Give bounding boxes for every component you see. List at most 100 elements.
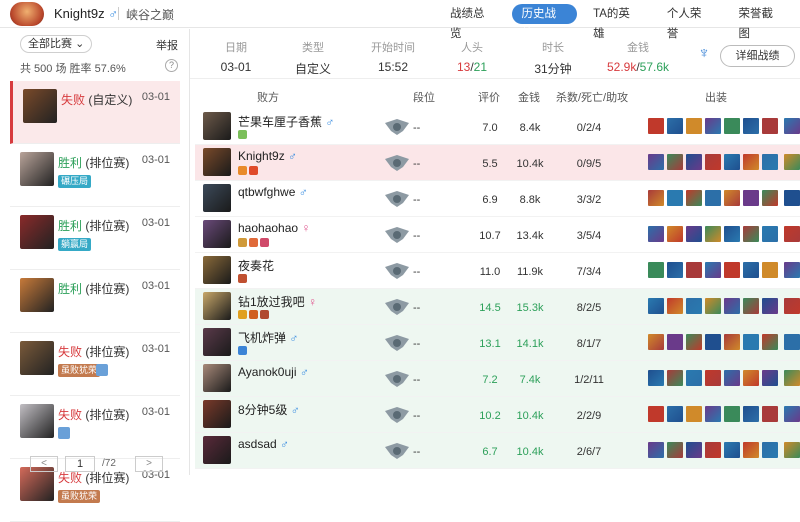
item-icon[interactable] [667,442,683,458]
item-icon[interactable] [762,442,778,458]
player-name[interactable]: 8分钟5级 ♂ [238,401,300,418]
item-icon[interactable] [784,118,800,134]
prev-page-button[interactable]: < [30,456,58,472]
item-icon[interactable] [724,406,740,422]
table-row[interactable]: asdsad ♂ -- 6.7 10.4k 2/6/7 [195,433,800,469]
player-avatar[interactable] [203,400,231,428]
item-icon[interactable] [648,190,664,206]
item-icon[interactable] [743,226,759,242]
table-row[interactable]: 钻1放过我吧 ♀ -- 14.5 15.3k 8/2/5 [195,289,800,325]
player-avatar[interactable] [203,436,231,464]
item-icon[interactable] [743,406,759,422]
item-icon[interactable] [686,190,702,206]
report-link[interactable]: 举报 [156,37,178,53]
item-icon[interactable] [762,298,778,314]
item-icon[interactable] [705,154,721,170]
item-icon[interactable] [705,442,721,458]
match-list-item[interactable]: 失败 (自定义) 03-01 [10,81,180,144]
item-icon[interactable] [762,226,778,242]
tab-0[interactable]: 战绩总览 [440,4,506,40]
item-icon[interactable] [705,190,721,206]
item-icon[interactable] [724,334,740,350]
share-icon[interactable]: ♆ [698,44,714,64]
table-row[interactable]: 飞机炸弹 ♂ -- 13.1 14.1k 8/1/7 [195,325,800,361]
player-name[interactable]: 夜奏花 [238,257,274,274]
match-list-item[interactable]: 胜利 (排位赛) 03-01 躺赢局 [10,207,180,270]
user-avatar[interactable] [10,2,44,26]
item-icon[interactable] [743,118,759,134]
item-icon[interactable] [705,334,721,350]
player-avatar[interactable] [203,220,231,248]
item-icon[interactable] [667,190,683,206]
item-icon[interactable] [705,406,721,422]
next-page-button[interactable]: > [135,456,163,472]
item-icon[interactable] [667,406,683,422]
item-icon[interactable] [648,226,664,242]
item-icon[interactable] [784,262,800,278]
help-icon[interactable]: ? [165,59,178,72]
player-name[interactable]: Knight9z ♂ [238,149,297,163]
item-icon[interactable] [686,370,702,386]
item-icon[interactable] [724,370,740,386]
item-icon[interactable] [648,406,664,422]
item-icon[interactable] [724,298,740,314]
item-icon[interactable] [686,442,702,458]
player-name[interactable]: haohaohao ♀ [238,221,310,235]
item-icon[interactable] [784,334,800,350]
match-list-item[interactable]: 胜利 (排位赛) 03-01 [10,270,180,333]
player-name[interactable]: 芒果车厘子香蕉 ♂ [238,113,334,130]
item-icon[interactable] [784,190,800,206]
player-avatar[interactable] [203,148,231,176]
table-row[interactable]: Knight9z ♂ -- 5.5 10.4k 0/9/5 [195,145,800,181]
item-icon[interactable] [784,298,800,314]
player-name[interactable]: 钻1放过我吧 ♀ [238,293,317,310]
item-icon[interactable] [784,406,800,422]
table-row[interactable]: 夜奏花 -- 11.0 11.9k 7/3/4 [195,253,800,289]
page-input[interactable]: 1 [65,456,95,472]
item-icon[interactable] [686,226,702,242]
match-list-item[interactable]: 失败 (排位赛) 03-01 [10,396,180,459]
tab-1[interactable]: 历史战绩 [511,4,578,40]
player-avatar[interactable] [203,184,231,212]
item-icon[interactable] [648,370,664,386]
player-name[interactable]: asdsad ♂ [238,437,289,451]
item-icon[interactable] [762,334,778,350]
match-list-item[interactable]: 胜利 (排位赛) 03-01 碾压局 [10,144,180,207]
player-avatar[interactable] [203,364,231,392]
item-icon[interactable] [724,118,740,134]
item-icon[interactable] [762,406,778,422]
item-icon[interactable] [743,298,759,314]
player-name[interactable]: qtbwfghwe ♂ [238,185,308,199]
item-icon[interactable] [686,154,702,170]
player-avatar[interactable] [203,292,231,320]
table-row[interactable]: 8分钟5级 ♂ -- 10.2 10.4k 2/2/9 [195,397,800,433]
item-icon[interactable] [705,118,721,134]
item-icon[interactable] [705,226,721,242]
item-icon[interactable] [724,226,740,242]
item-icon[interactable] [743,262,759,278]
item-icon[interactable] [648,262,664,278]
item-icon[interactable] [762,190,778,206]
item-icon[interactable] [784,442,800,458]
item-icon[interactable] [667,118,683,134]
item-icon[interactable] [648,334,664,350]
item-icon[interactable] [667,226,683,242]
player-avatar[interactable] [203,256,231,284]
item-icon[interactable] [686,262,702,278]
item-icon[interactable] [648,442,664,458]
tab-2[interactable]: TA的英雄 [583,4,651,40]
item-icon[interactable] [743,370,759,386]
item-icon[interactable] [667,262,683,278]
item-icon[interactable] [667,154,683,170]
player-name[interactable]: 飞机炸弹 ♂ [238,329,298,346]
tab-4[interactable]: 荣誉截图 [728,4,794,40]
item-icon[interactable] [724,442,740,458]
match-filter-select[interactable]: 全部比赛 ⌄ [20,35,93,53]
item-icon[interactable] [724,262,740,278]
player-avatar[interactable] [203,112,231,140]
item-icon[interactable] [784,370,800,386]
item-icon[interactable] [648,118,664,134]
item-icon[interactable] [762,370,778,386]
item-icon[interactable] [667,370,683,386]
item-icon[interactable] [743,190,759,206]
